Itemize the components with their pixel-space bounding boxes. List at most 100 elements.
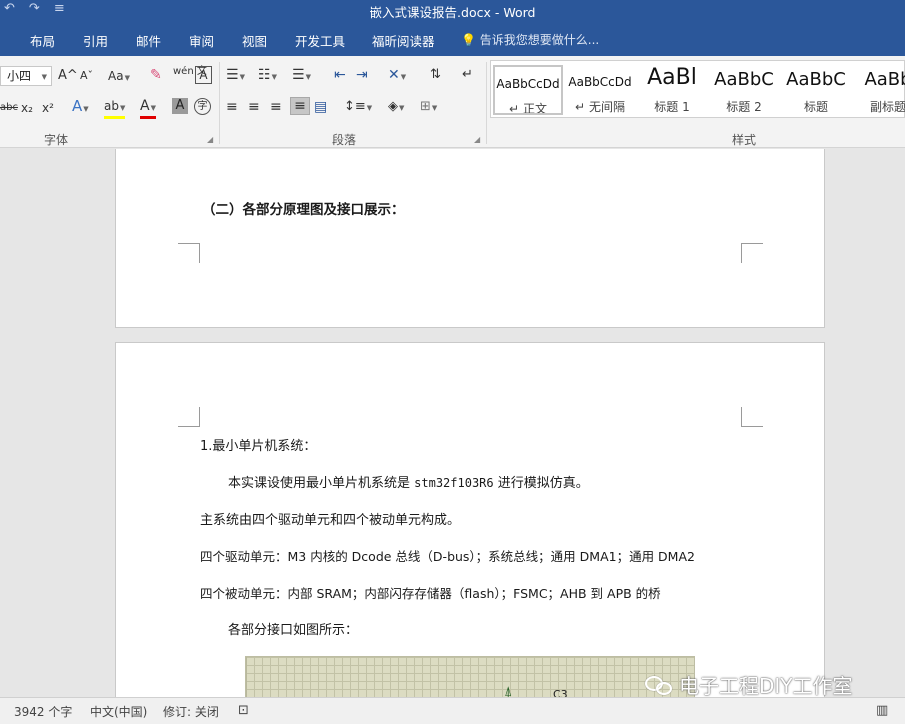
window-title: 嵌入式课设报告.docx - Word — [369, 5, 536, 20]
font-dialog-launcher-icon[interactable]: ◢ — [207, 135, 213, 144]
section-heading: （二）各部分原理图及接口展示： — [202, 202, 405, 218]
style-subtitle[interactable]: AaBb 副标题 — [853, 65, 905, 115]
word-window: ↶ ↷ ≡ 嵌入式课设报告.docx - Word 布局 引用 邮件 审阅 视图… — [0, 0, 905, 724]
style-name: 副标题 — [869, 100, 905, 114]
change-case-label: Aa — [108, 69, 124, 83]
style-title[interactable]: AaBbC 标题 — [781, 65, 851, 115]
chevron-down-icon: ▼ — [399, 104, 405, 112]
shrink-font-button[interactable]: Aˇ — [80, 68, 93, 84]
font-color-label: A — [140, 98, 150, 114]
distributed-align-icon[interactable]: ▤ — [314, 99, 327, 115]
lightbulb-icon: 💡 — [461, 33, 476, 47]
character-border-button[interactable]: A — [195, 66, 212, 84]
word-count[interactable]: 3942 个字 — [14, 703, 72, 720]
margin-corner-mark — [178, 407, 200, 427]
style-name: 标题 — [803, 100, 828, 114]
status-bar: 3942 个字 中文(中国) 修订: 关闭 ⊡ ▥ — [0, 697, 905, 724]
highlight-label: ab — [104, 99, 119, 113]
strikethrough-button[interactable]: abc — [0, 100, 18, 116]
align-right-icon[interactable]: ≡ — [270, 99, 282, 115]
change-case-button[interactable]: Aa▼ — [108, 68, 130, 86]
align-left-icon[interactable]: ≡ — [226, 99, 238, 115]
font-color-button[interactable]: A▼ — [140, 98, 156, 119]
paragraph-line: 本实课设使用最小单片机系统是 stm32f103R6 进行模拟仿真。 — [228, 476, 589, 491]
line-spacing-button[interactable]: ↕≡▼ — [344, 99, 372, 116]
font-group-label: 字体 — [44, 133, 69, 147]
chevron-down-icon: ▼ — [119, 104, 126, 112]
style-name: 标题 2 — [726, 100, 762, 114]
tab-review[interactable]: 审阅 — [189, 31, 214, 50]
margin-corner-mark — [741, 407, 763, 427]
chevron-down-icon: ▼ — [400, 73, 407, 81]
eraser-icon[interactable]: ✎ — [150, 67, 162, 83]
watermark-text: 电子工程DIY工作室 — [679, 674, 853, 698]
tab-mailings[interactable]: 邮件 — [136, 31, 161, 50]
paragraph-line: 主系统由四个驱动单元和四个被动单元构成。 — [200, 513, 461, 528]
style-preview: AaBl — [647, 65, 697, 90]
read-mode-icon[interactable]: ▥ — [876, 703, 888, 718]
style-preview: AaBb — [864, 69, 905, 90]
align-center-icon[interactable]: ≡ — [248, 99, 260, 115]
character-shading-button[interactable]: A — [172, 98, 188, 114]
style-heading-2[interactable]: AaBbC 标题 2 — [709, 65, 779, 115]
style-preview: AaBbC — [786, 69, 846, 90]
text-effects-button[interactable]: A▼ — [72, 98, 89, 117]
style-preview: AaBbC — [714, 69, 774, 90]
chevron-down-icon: ▼ — [239, 73, 245, 81]
subscript-button[interactable]: x₂ — [21, 100, 33, 116]
shading-button[interactable]: ◈▼ — [388, 99, 404, 116]
highlight-button[interactable]: ab▼ — [104, 98, 126, 119]
increase-indent-icon[interactable]: ⇥ — [356, 67, 368, 83]
style-name: ↵ 无间隔 — [575, 100, 625, 114]
tab-foxit-reader[interactable]: 福昕阅读器 — [372, 31, 435, 50]
document-area[interactable]: （二）各部分原理图及接口展示： 1.最小单片机系统： 本实课设使用最小单片机系统… — [0, 149, 905, 697]
style-preview: AaBbCcDd — [568, 75, 632, 89]
font-size-value: 小四 — [7, 69, 32, 83]
macro-record-icon[interactable]: ⊡ — [238, 703, 249, 718]
numbering-button[interactable]: ☷▼ — [258, 67, 277, 85]
group-divider — [486, 62, 487, 144]
group-divider — [219, 62, 220, 144]
paragraph-line: 各部分接口如图所示： — [228, 623, 359, 638]
chevron-down-icon: ▼ — [431, 104, 438, 112]
style-heading-1[interactable]: AaBl 标题 1 — [637, 65, 707, 115]
tab-layout[interactable]: 布局 — [30, 31, 55, 50]
decrease-indent-icon[interactable]: ⇤ — [334, 67, 346, 83]
style-name: ↵ 正文 — [509, 102, 547, 115]
tell-me-box[interactable]: 💡 告诉我您想要做什么... — [461, 31, 599, 48]
tab-view[interactable]: 视图 — [242, 31, 267, 50]
borders-button[interactable]: ⊞▼ — [420, 99, 437, 116]
grow-font-button[interactable]: A^ — [58, 68, 78, 84]
schematic-grid-line — [246, 657, 247, 697]
capacitor-label: C3 — [553, 688, 568, 697]
sort-icon[interactable]: ⇅ — [430, 67, 441, 83]
superscript-button[interactable]: x² — [42, 100, 54, 116]
power-arrow-icon: ⍋ — [504, 684, 513, 697]
chinese-layout-button[interactable]: ✕▼ — [388, 67, 406, 85]
paragraph-line: 1.最小单片机系统： — [200, 439, 317, 454]
bullets-button[interactable]: ☰▼ — [226, 67, 245, 85]
margin-corner-mark — [178, 243, 200, 263]
show-marks-icon[interactable]: ↵ — [462, 67, 473, 83]
document-page[interactable]: 1.最小单片机系统： 本实课设使用最小单片机系统是 stm32f103R6 进行… — [115, 342, 825, 697]
language-indicator[interactable]: 中文(中国) — [90, 703, 147, 720]
chevron-down-icon: ▼ — [271, 73, 277, 81]
style-no-spacing[interactable]: AaBbCcDd ↵ 无间隔 — [565, 65, 635, 115]
ribbon-home: 小四 ▼ A^ Aˇ Aa▼ ✎ wén 文 A abc x₂ x² A▼ ab… — [0, 56, 905, 148]
styles-group-label: 样式 — [732, 133, 757, 147]
document-page[interactable]: （二）各部分原理图及接口展示： — [115, 149, 825, 328]
tab-developer[interactable]: 开发工具 — [295, 31, 345, 50]
style-normal[interactable]: AaBbCcDd ↵ 正文 — [493, 65, 563, 115]
enclose-characters-button[interactable]: 字 — [194, 98, 211, 115]
paragraph-dialog-launcher-icon[interactable]: ◢ — [474, 135, 480, 144]
schematic-image[interactable]: ⍋ C3 — [245, 656, 695, 697]
chevron-down-icon: ▼ — [41, 73, 47, 81]
chevron-down-icon: ▼ — [305, 73, 311, 81]
track-changes-status[interactable]: 修订: 关闭 — [163, 703, 219, 720]
justify-icon[interactable]: ≡ — [290, 97, 310, 115]
style-name: 标题 1 — [654, 100, 690, 114]
paragraph-line: 四个驱动单元：M3 内核的 Dcode 总线（D-bus）；系统总线；通用 DM… — [200, 549, 695, 564]
tab-references[interactable]: 引用 — [83, 31, 108, 50]
font-size-dropdown[interactable]: 小四 ▼ — [0, 66, 52, 86]
multilevel-list-button[interactable]: ☰▼ — [292, 67, 311, 85]
